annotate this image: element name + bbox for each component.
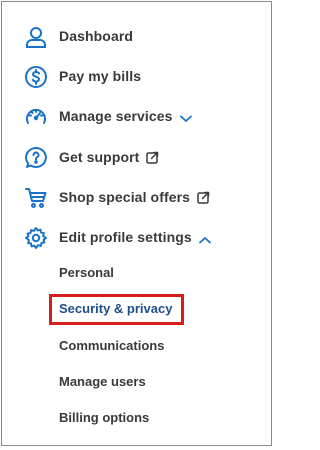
external-link-icon [197, 191, 210, 204]
chevron-down-icon [179, 115, 192, 123]
menu-item-label: Edit profile settings [59, 229, 211, 245]
speedometer-icon [24, 105, 48, 129]
side-menu: Dashboard Pay my bills Manage services G… [1, 1, 272, 446]
submenu-item-manage-users[interactable]: Manage users [59, 374, 146, 389]
submenu-item-communications[interactable]: Communications [59, 338, 164, 353]
menu-item-label: Shop special offers [59, 189, 210, 205]
menu-item-pay-my-bills[interactable]: Pay my bills [2, 64, 271, 94]
menu-item-manage-services[interactable]: Manage services [2, 104, 271, 134]
dollar-circle-icon [24, 65, 48, 89]
question-bubble-icon [24, 146, 48, 170]
menu-item-label: Get support [59, 149, 159, 165]
user-icon [24, 25, 48, 49]
menu-item-get-support[interactable]: Get support [2, 145, 271, 175]
menu-item-label: Dashboard [59, 28, 134, 44]
menu-item-shop-special-offers[interactable]: Shop special offers [2, 185, 271, 215]
shopping-cart-icon [24, 186, 48, 210]
menu-item-label: Pay my bills [59, 68, 142, 84]
chevron-up-icon [198, 236, 211, 244]
submenu-item-personal[interactable]: Personal [59, 265, 114, 280]
menu-item-dashboard[interactable]: Dashboard [2, 24, 271, 54]
external-link-icon [146, 151, 159, 164]
gear-icon [24, 226, 48, 250]
menu-item-edit-profile-settings[interactable]: Edit profile settings [2, 225, 271, 255]
submenu-item-billing-options[interactable]: Billing options [59, 410, 149, 425]
menu-item-label: Manage services [59, 108, 192, 124]
submenu-item-security-privacy[interactable]: Security & privacy [59, 301, 172, 316]
